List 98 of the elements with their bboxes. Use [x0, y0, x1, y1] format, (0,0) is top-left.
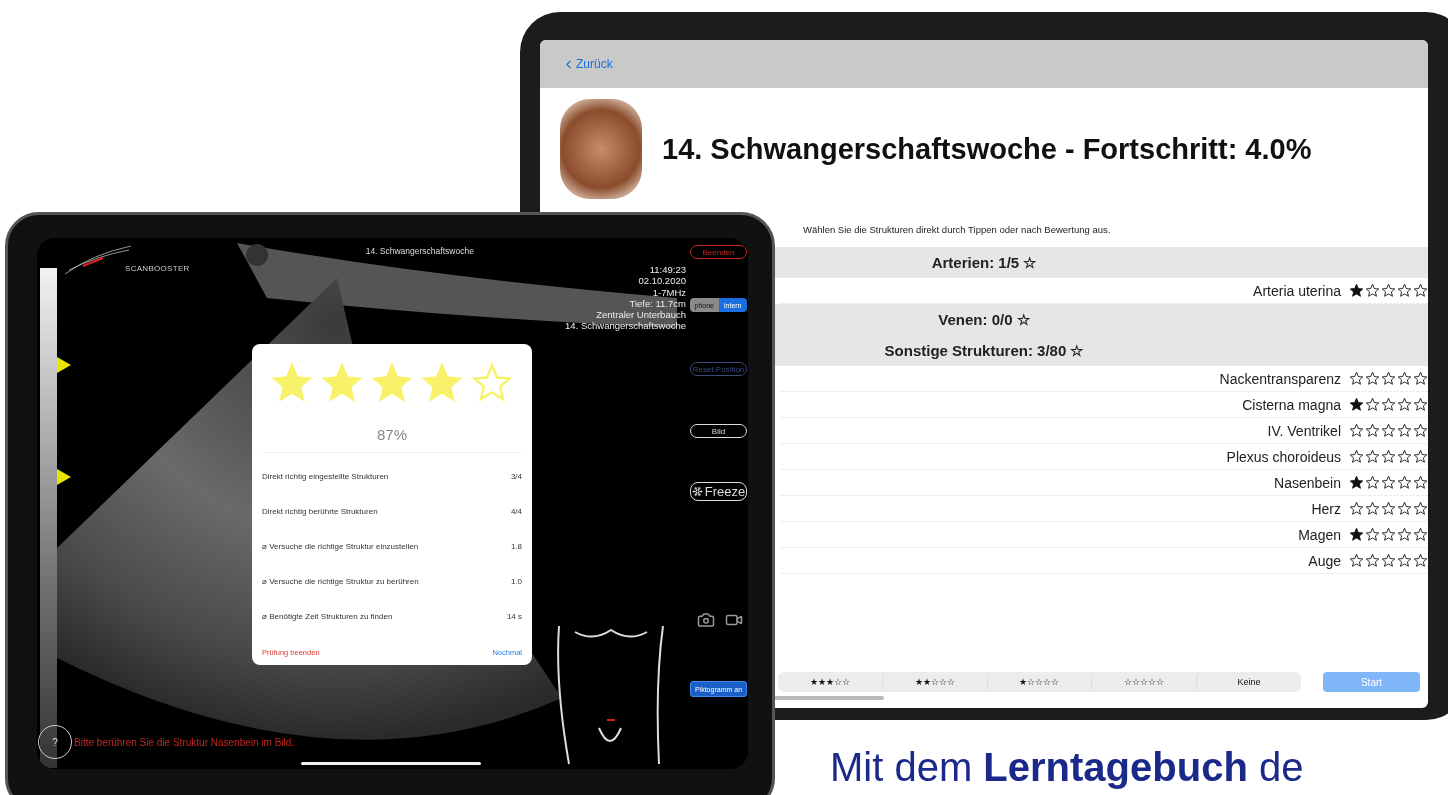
section-title: Sonstige Strukturen: 3/80 ☆ — [884, 341, 1084, 360]
empty-star-icon — [1381, 475, 1396, 490]
result-value: 1.0 — [510, 577, 522, 586]
filled-star-icon — [371, 362, 413, 404]
info-line: Zentraler Unterbauch — [596, 309, 686, 321]
info-line: 1-7MHz — [652, 286, 686, 298]
filled-star-icon — [271, 362, 313, 404]
empty-star-icon — [1413, 475, 1428, 490]
logo-text: SCANBOOSTER — [125, 264, 190, 273]
empty-star-icon — [1413, 501, 1428, 516]
empty-star-icon — [1413, 449, 1428, 464]
freeze-button[interactable]: Freeze — [690, 482, 747, 501]
empty-star-icon — [1413, 397, 1428, 412]
empty-star-icon — [1413, 371, 1428, 386]
empty-star-icon — [1413, 527, 1428, 542]
empty-star-icon — [1397, 449, 1412, 464]
structure-row[interactable]: Nasenbein — [780, 470, 1428, 496]
empty-star-icon — [1381, 501, 1396, 516]
info-line: 11:49:23 — [649, 264, 686, 276]
empty-star-icon — [1381, 371, 1396, 386]
empty-star-icon — [1381, 527, 1396, 542]
empty-star-icon — [1365, 553, 1380, 568]
structure-name: Magen — [1298, 526, 1341, 543]
page-title: 14. Schwangerschaftswoche - Fortschritt: 4.0% — [662, 132, 1312, 166]
structure-row[interactable]: Herz — [780, 496, 1428, 522]
exam-title: 14. Schwangerschaftswoche — [365, 246, 474, 256]
empty-star-icon — [1413, 553, 1428, 568]
filled-star-icon — [421, 362, 463, 404]
structure-name: Plexus choroideus — [1226, 448, 1341, 465]
empty-star-icon — [1365, 501, 1380, 516]
empty-star-icon — [1397, 423, 1412, 438]
filter-segment[interactable]: Keine — [1196, 672, 1301, 692]
caption-text: Mit dem Lerntagebuch de — [830, 744, 1304, 790]
instruction-text: Wählen Sie die Strukturen direkt durch Tippen oder nach Bewertung aus. — [802, 223, 1112, 237]
structure-row[interactable]: Auge — [780, 548, 1428, 574]
result-label: Direkt richtig berührte Strukturen — [262, 507, 378, 516]
empty-star-icon — [1381, 449, 1396, 464]
empty-star-icon — [1349, 553, 1364, 568]
result-value: 14 s — [506, 612, 522, 621]
empty-star-icon — [1349, 449, 1364, 464]
section-title: Arterien: 1/5 ☆ — [931, 253, 1037, 272]
structure-name: Auge — [1308, 552, 1341, 569]
structure-name: Cisterna magna — [1242, 396, 1341, 413]
structure-row[interactable]: Magen — [780, 522, 1428, 548]
filter-segment[interactable]: ☆☆☆☆☆ — [1091, 672, 1197, 692]
empty-star-icon — [471, 362, 513, 404]
prompt-text: Bitte berühren Sie die Struktur Nasenbein im Bild. — [74, 736, 295, 748]
structure-name: IV. Ventrikel — [1267, 422, 1341, 439]
filter-segment[interactable]: ★★★☆☆ — [778, 672, 882, 692]
structure-row[interactable]: Plexus choroideus — [780, 444, 1428, 470]
filled-star-icon — [1349, 475, 1364, 490]
empty-star-icon — [1413, 423, 1428, 438]
empty-star-icon — [1397, 527, 1412, 542]
structure-name: Nasenbein — [1274, 474, 1341, 491]
structure-row[interactable]: Cisterna magna — [780, 392, 1428, 418]
result-value: 4/4 — [510, 507, 522, 516]
info-line: 02.10.2020 — [638, 275, 686, 287]
empty-star-icon — [1413, 283, 1428, 298]
structure-row[interactable]: Nackentransparenz — [780, 366, 1428, 392]
filled-star-icon — [321, 362, 363, 404]
empty-star-icon — [1381, 283, 1396, 298]
result-value: 1.8 — [510, 542, 522, 551]
empty-star-icon — [1397, 553, 1412, 568]
structure-name: Herz — [1311, 500, 1341, 517]
empty-star-icon — [1397, 475, 1412, 490]
score-percent: 87% — [262, 404, 522, 453]
result-label: ⌀ Versuche die richtige Struktur einzustellen — [262, 542, 419, 551]
empty-star-icon — [1397, 283, 1412, 298]
empty-star-icon — [1397, 397, 1412, 412]
filled-star-icon — [1349, 397, 1364, 412]
empty-star-icon — [1397, 371, 1412, 386]
result-label: Direkt richtig eingestellte Strukturen — [262, 472, 389, 481]
result-value: 3/4 — [510, 472, 522, 481]
empty-star-icon — [1365, 423, 1380, 438]
filter-segment[interactable]: ★☆☆☆☆ — [986, 672, 1092, 692]
empty-star-icon — [1381, 397, 1396, 412]
probe-icon — [245, 244, 268, 266]
info-line: Tiefe: 11.7cm — [629, 297, 686, 310]
structure-name: Nackentransparenz — [1219, 370, 1341, 387]
empty-star-icon — [1381, 553, 1396, 568]
empty-star-icon — [1397, 501, 1412, 516]
empty-star-icon — [1365, 449, 1380, 464]
structure-name: Arteria uterina — [1253, 282, 1341, 299]
empty-star-icon — [1349, 423, 1364, 438]
empty-star-icon — [1365, 371, 1380, 386]
result-label: ⌀ Benötigte Zeit Strukturen zu finden — [262, 612, 393, 621]
info-line: 14. Schwangerschaftswoche — [565, 320, 686, 332]
filled-star-icon — [1349, 527, 1364, 542]
empty-star-icon — [1381, 423, 1396, 438]
snowflake-icon — [691, 486, 703, 497]
structure-row[interactable]: IV. Ventrikel — [780, 418, 1428, 444]
empty-star-icon — [1349, 501, 1364, 516]
filled-star-icon — [1349, 283, 1364, 298]
empty-star-icon — [1349, 371, 1364, 386]
result-label: ⌀ Versuche die richtige Struktur zu berühren — [262, 577, 419, 586]
section-title: Venen: 0/0 ☆ — [938, 310, 1030, 329]
camera-icon[interactable] — [697, 611, 715, 629]
filter-segment[interactable]: ★★☆☆☆ — [881, 672, 987, 692]
